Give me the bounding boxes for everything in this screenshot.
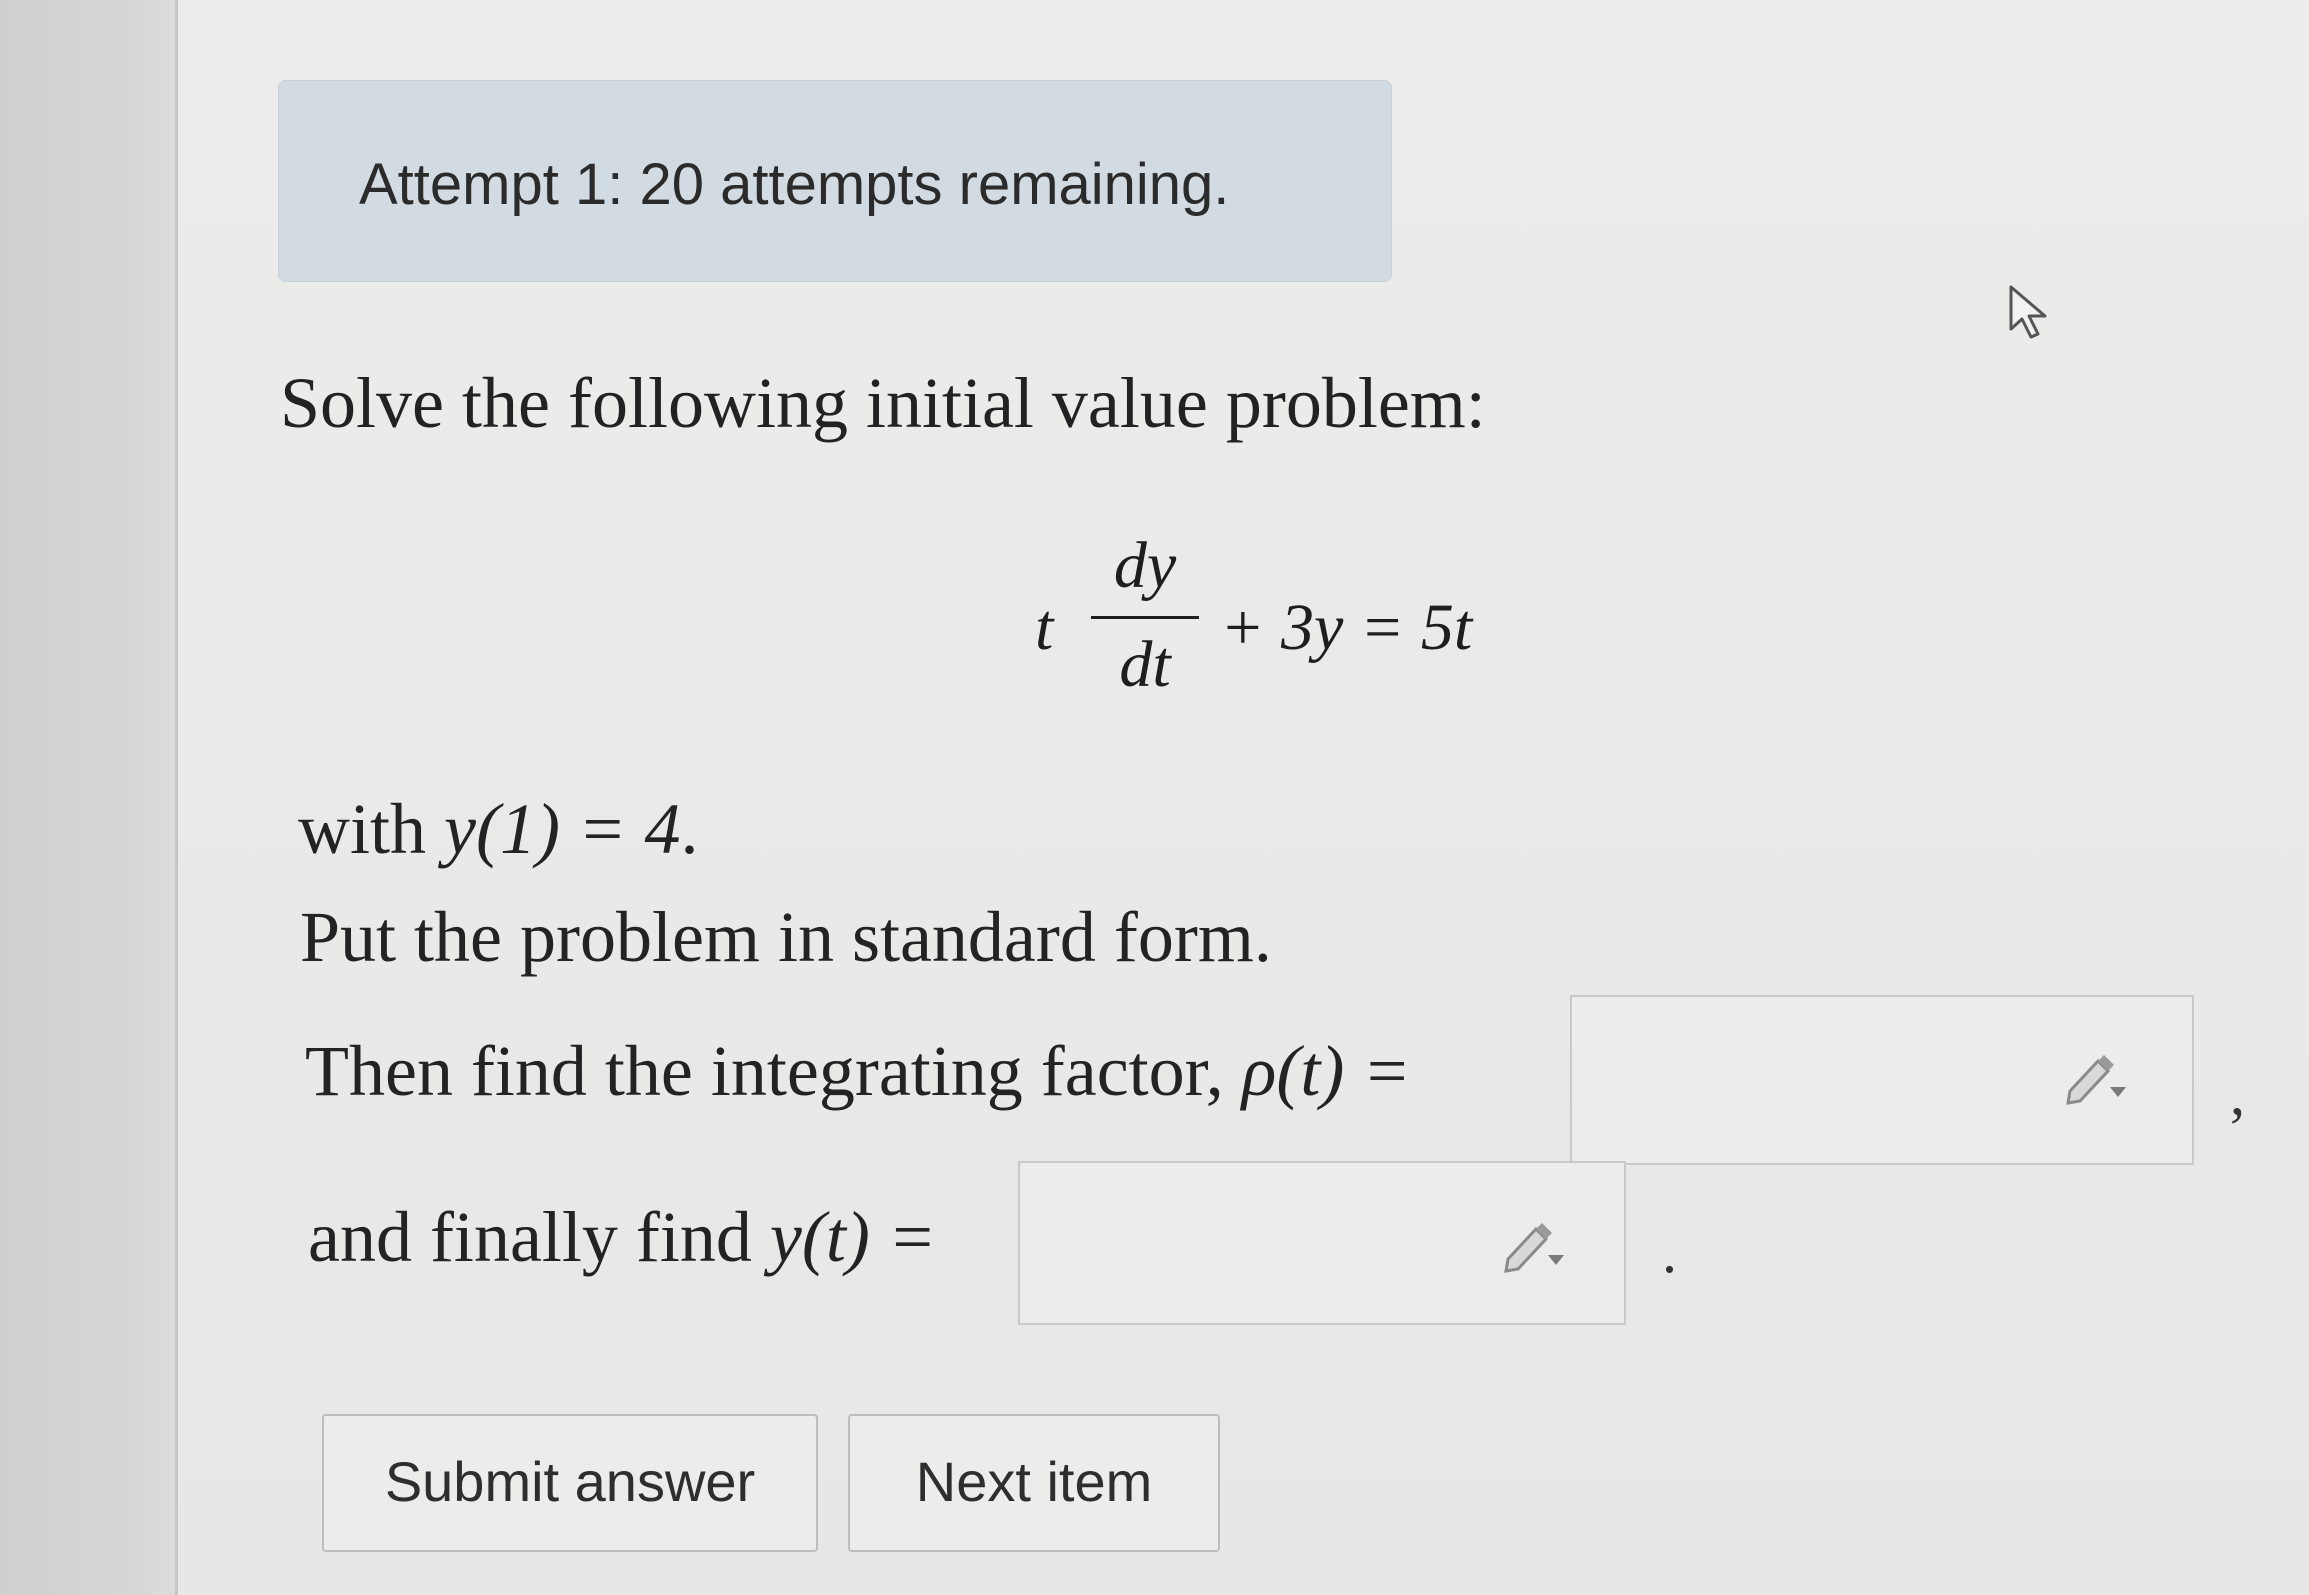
initial-condition-suffix: . [680, 789, 699, 869]
standard-form-instruction: Put the problem in standard form. [300, 897, 1272, 977]
solution-label: and finally find y(t) = [308, 1196, 936, 1279]
fraction-numerator: dy [1113, 529, 1177, 602]
initial-condition: with y(1) = 4. [298, 788, 699, 871]
integrating-factor-trailing-comma: , [2230, 1061, 2245, 1127]
problem-prompt: Solve the following initial value proble… [280, 363, 1486, 443]
pencil-dropdown-icon[interactable] [2062, 1047, 2132, 1107]
initial-condition-math: y(1) = 4 [444, 789, 681, 869]
mouse-pointer-icon [2009, 285, 2047, 339]
integrating-factor-math: ρ(t) = [1241, 1031, 1411, 1111]
equation-coefficient: t [1035, 591, 1054, 664]
differential-equation: t dy dt + 3y = 5t [1035, 530, 1575, 720]
integrating-factor-prefix: Then find the integrating factor, [305, 1031, 1242, 1111]
submit-answer-button[interactable]: Submit answer [322, 1414, 818, 1552]
solution-prefix: and finally find [308, 1197, 770, 1277]
next-item-button[interactable]: Next item [848, 1414, 1220, 1552]
integrating-factor-input[interactable] [1570, 995, 2194, 1165]
derivative-fraction: dy dt [1085, 530, 1205, 701]
attempt-banner: Attempt 1: 20 attempts remaining. [278, 80, 1392, 282]
pencil-dropdown-icon[interactable] [1500, 1215, 1570, 1275]
integrating-factor-label: Then find the integrating factor, ρ(t) = [305, 1030, 1411, 1113]
fraction-denominator: dt [1119, 628, 1171, 701]
initial-condition-prefix: with [298, 789, 445, 869]
solution-math: y(t) = [769, 1197, 937, 1277]
left-margin [0, 0, 178, 1595]
equation-rest: + 3y = 5t [1220, 591, 1473, 664]
fraction-bar [1091, 616, 1199, 619]
solution-trailing-period: . [1662, 1219, 1677, 1285]
solution-input[interactable] [1018, 1161, 1626, 1325]
attempt-text: Attempt 1: 20 attempts remaining. [359, 152, 1230, 217]
